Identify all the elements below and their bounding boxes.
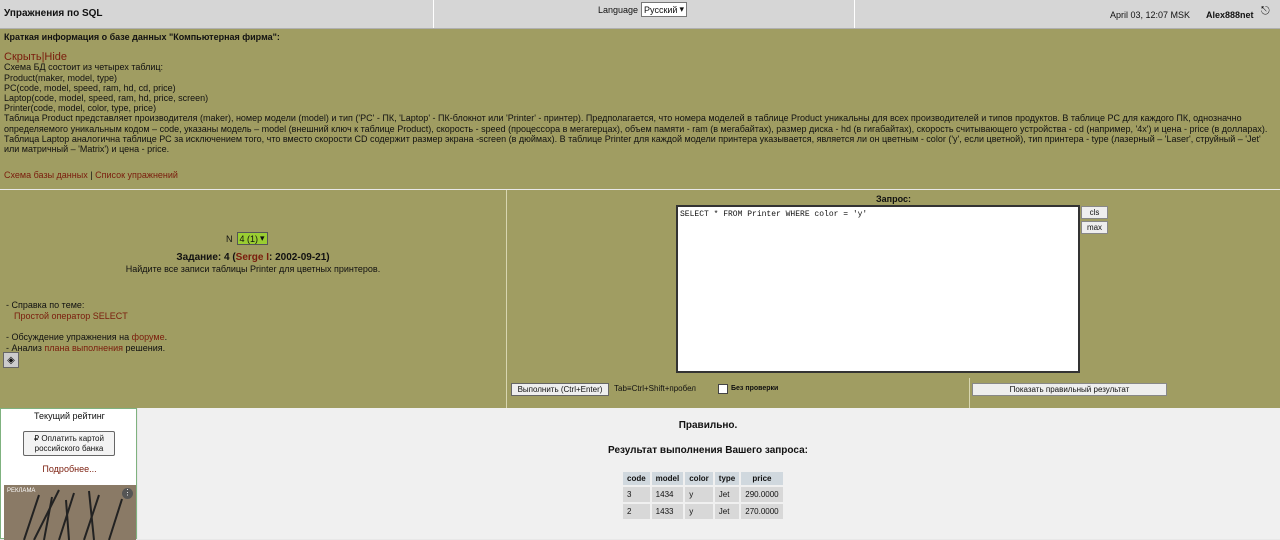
chevron-down-icon: ▾	[679, 4, 684, 14]
top-bar: Упражнения по SQL Language Русский ▾ Apri…	[0, 0, 1280, 29]
table-cell: 3	[623, 487, 650, 502]
table-cell: 290.0000	[741, 487, 783, 502]
pay-line-1: ₽ Оплатить картой	[34, 434, 104, 443]
hide-link-ru[interactable]: Скрыть	[4, 51, 42, 63]
language-selector: Language Русский ▾	[598, 2, 687, 17]
schema-line: Схема БД состоит из четырех таблиц:	[4, 62, 164, 73]
username[interactable]: Alex888net	[1206, 10, 1254, 20]
result-table: code model color type price 3 1434 y Jet…	[621, 470, 785, 521]
result-header-row: code model color type price	[623, 472, 783, 485]
table-cell: Jet	[714, 504, 740, 519]
logout-icon[interactable]: ⎋	[1261, 5, 1270, 18]
column-header: price	[741, 472, 783, 485]
task-title: Задание: 4 (Serge I: 2002-09-21)	[0, 252, 506, 263]
table-cell: Jet	[714, 487, 740, 502]
plan-suffix: решения.	[123, 343, 166, 353]
task-number-label: N	[226, 233, 233, 244]
query-label: Запрос:	[876, 194, 911, 204]
hide-link-en[interactable]: Hide	[44, 51, 67, 63]
task-panel: N 4 (1) ▾ Задание: 4 (Serge I: 2002-09-21…	[0, 190, 507, 408]
help-label: - Справка по теме:	[6, 300, 85, 310]
table-cell: y	[685, 487, 713, 502]
datetime: April 03, 12:07 MSK	[1110, 10, 1191, 20]
column-header: type	[714, 472, 740, 485]
schema-line: PC(code, model, speed, ram, hd, cd, pric…	[4, 82, 176, 93]
column-header: model	[651, 472, 684, 485]
db-info-heading: Краткая информация о базе данных "Компью…	[4, 32, 280, 42]
language-value: Русский	[644, 4, 678, 15]
task-number-row: N 4 (1) ▾	[226, 232, 268, 245]
forum-prefix: - Обсуждение упражнения на	[6, 332, 132, 342]
table-cell: 1434	[651, 487, 684, 502]
sidebar: Текущий рейтинг ₽ Оплатить картой россий…	[0, 408, 138, 540]
navigate-arrows-icon[interactable]: ◈	[3, 352, 19, 368]
chevron-down-icon: ▾	[260, 233, 265, 243]
query-panel: Запрос: SELECT * FROM Printer WHERE colo…	[507, 190, 1280, 408]
no-check-checkbox[interactable]	[718, 384, 728, 394]
show-correct-result-button[interactable]: Показать правильный результат	[972, 383, 1167, 396]
execute-button[interactable]: Выполнить (Ctrl+Enter)	[511, 383, 609, 396]
table-cell: 270.0000	[741, 504, 783, 519]
clear-button[interactable]: cls	[1081, 206, 1108, 219]
pay-card-button[interactable]: ₽ Оплатить картой российского банка	[23, 431, 115, 456]
schema-line: Product(maker, model, type)	[4, 72, 118, 83]
maximize-button[interactable]: max	[1081, 221, 1108, 234]
task-title-suffix: : 2002-09-21)	[269, 252, 330, 263]
result-area: Правильно. Результат выполнения Вашего з…	[138, 408, 1280, 539]
forum-suffix: .	[164, 332, 168, 342]
execute-bar: Выполнить (Ctrl+Enter) Tab≡Ctrl+Shift+пр…	[507, 378, 970, 408]
forum-line: - Обсуждение упражнения на форуме.	[6, 332, 167, 343]
table-cell: 1433	[651, 504, 684, 519]
rating-label: Текущий рейтинг	[34, 411, 105, 421]
tab-hint: Tab≡Ctrl+Shift+пробел	[614, 384, 696, 393]
site-title[interactable]: Упражнения по SQL	[4, 8, 103, 19]
table-cell: 2	[623, 504, 650, 519]
sql-editor[interactable]: SELECT * FROM Printer WHERE color = 'y'	[676, 205, 1080, 373]
forum-link[interactable]: форуме	[132, 332, 165, 342]
ad-image[interactable]: РЕКЛАМА ⋮	[4, 485, 136, 540]
table-row: 2 1433 y Jet 270.0000	[623, 504, 783, 519]
no-check-label: Без проверки	[731, 385, 779, 392]
task-description: Найдите все записи таблицы Printer для ц…	[125, 264, 381, 274]
task-number-select[interactable]: 4 (1) ▾	[236, 232, 268, 245]
task-title-prefix: Задание: 4 (	[176, 252, 236, 263]
ad-label: РЕКЛАМА	[7, 488, 36, 494]
plan-link[interactable]: плана выполнения	[44, 343, 123, 353]
db-info-panel: Краткая информация о базе данных "Компью…	[0, 29, 1280, 189]
ad-menu-icon[interactable]: ⋮	[122, 488, 133, 499]
schema-link[interactable]: Схема базы данных	[4, 170, 88, 180]
language-select[interactable]: Русский ▾	[641, 2, 687, 17]
help-topic-link[interactable]: Простой оператор SELECT	[6, 311, 167, 322]
table-row: 3 1434 y Jet 290.0000	[623, 487, 783, 502]
plan-line: - Анализ плана выполнения решения.	[6, 343, 167, 354]
table-cell: y	[685, 504, 713, 519]
pay-line-2: российского банка	[34, 444, 104, 453]
db-description: Таблица Product представляет производите…	[4, 113, 1268, 155]
column-header: code	[623, 472, 650, 485]
exercises-link[interactable]: Список упражнений	[95, 170, 178, 180]
hide-toggle: Скрыть|Hide	[4, 51, 1276, 63]
more-link[interactable]: Подробнее...	[1, 464, 138, 474]
links-separator: |	[90, 170, 93, 181]
task-author-link[interactable]: Serge I	[236, 252, 269, 263]
task-help: - Справка по теме: Простой оператор SELE…	[6, 300, 167, 354]
schema-line: Laptop(code, model, speed, ram, hd, pric…	[4, 93, 209, 104]
info-links: Схема базы данных | Список упражнений	[4, 170, 1276, 180]
schema-line: Printer(code, model, color, type, price)	[4, 103, 157, 114]
language-label: Language	[598, 4, 639, 15]
result-title: Результат выполнения Вашего запроса:	[608, 445, 808, 456]
result-status: Правильно.	[678, 420, 738, 431]
task-number-value: 4 (1)	[239, 233, 259, 244]
column-header: color	[685, 472, 713, 485]
